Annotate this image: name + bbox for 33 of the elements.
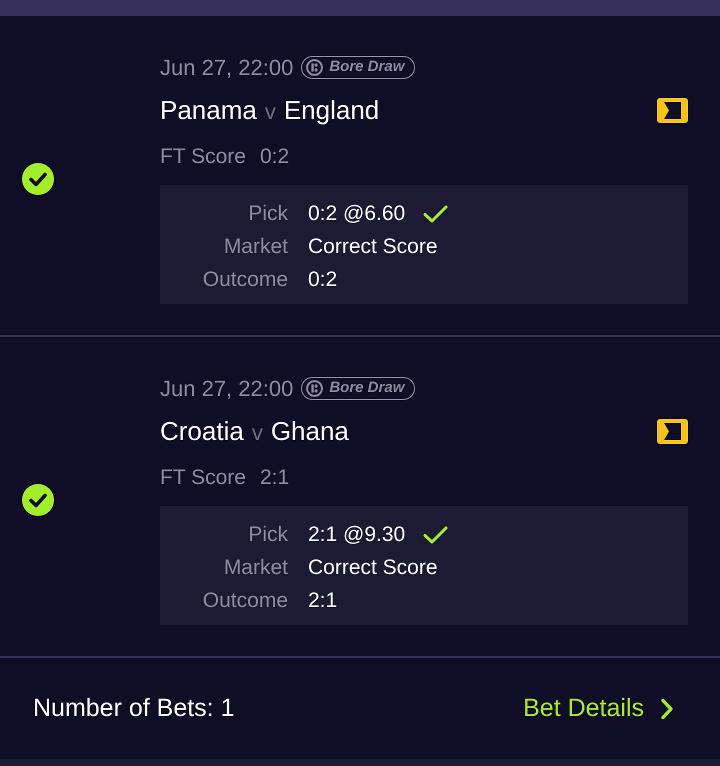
score-label: FT Score	[160, 465, 246, 492]
match-date: Jun 27, 22:00	[160, 54, 294, 82]
tag-label: Bore Draw	[329, 56, 404, 77]
detail-label: Market	[222, 554, 288, 581]
bets-count: Number of Bets: 1	[33, 692, 234, 724]
detail-label: Outcome	[202, 588, 288, 614]
detail-label: Market	[222, 234, 288, 260]
score-label: FT Score	[160, 144, 246, 170]
detail-label: Pick	[247, 200, 288, 227]
detail-value: 0:2	[308, 266, 338, 293]
logo-icon	[306, 380, 324, 396]
home-team: Panama	[160, 94, 257, 126]
away-team: England	[284, 94, 380, 126]
detail-value: 2:1	[308, 588, 338, 614]
tag-label: Bore Draw	[329, 378, 404, 398]
chevron-right-icon	[660, 698, 674, 720]
detail-label: Outcome	[202, 266, 288, 293]
detail-value: 2:1 @9.30	[308, 522, 406, 548]
bet-details-link[interactable]: Bet Details	[523, 690, 674, 728]
home-team: Croatia	[160, 414, 244, 448]
match-date: Jun 27, 22:00	[160, 374, 294, 402]
versus-label: v	[264, 98, 276, 126]
score-value: 2:1	[260, 465, 290, 492]
detail-value: Correct Score	[308, 234, 438, 260]
score-value: 0:2	[260, 144, 290, 170]
chevron-card-icon[interactable]	[657, 98, 688, 122]
away-team: Ghana	[270, 414, 349, 448]
chevron-card-icon[interactable]	[657, 418, 688, 444]
detail-value: Correct Score	[308, 554, 438, 581]
detail-label: Pick	[247, 522, 288, 548]
logo-icon	[306, 58, 324, 76]
detail-value: 0:2 @6.60	[308, 200, 406, 227]
versus-label: v	[252, 418, 263, 446]
